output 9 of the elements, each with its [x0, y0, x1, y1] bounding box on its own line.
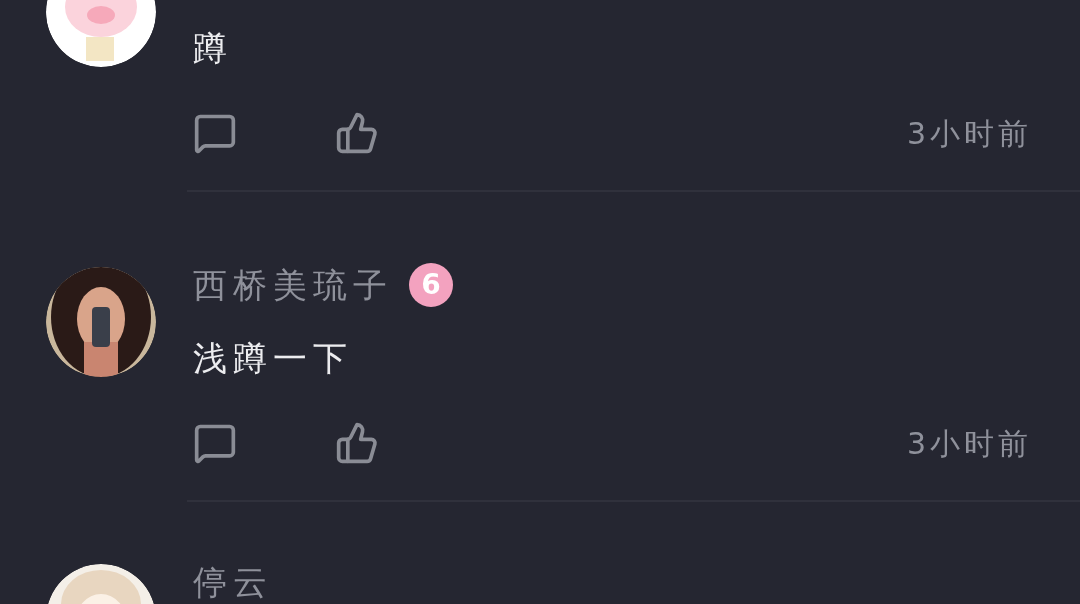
user-name[interactable]: 停云 [193, 560, 273, 604]
timestamp: 3小时前 [906, 424, 1032, 463]
thumbs-up-icon[interactable] [335, 421, 379, 465]
timestamp: 3小时前 [906, 114, 1032, 153]
comment-text: 蹲 [193, 29, 233, 67]
user-name[interactable]: 西桥美琉子 [193, 263, 393, 307]
comment-text: 浅蹲一下 [193, 339, 353, 377]
thumbs-up-icon[interactable] [335, 111, 379, 155]
level-badge: 6 [409, 263, 453, 307]
